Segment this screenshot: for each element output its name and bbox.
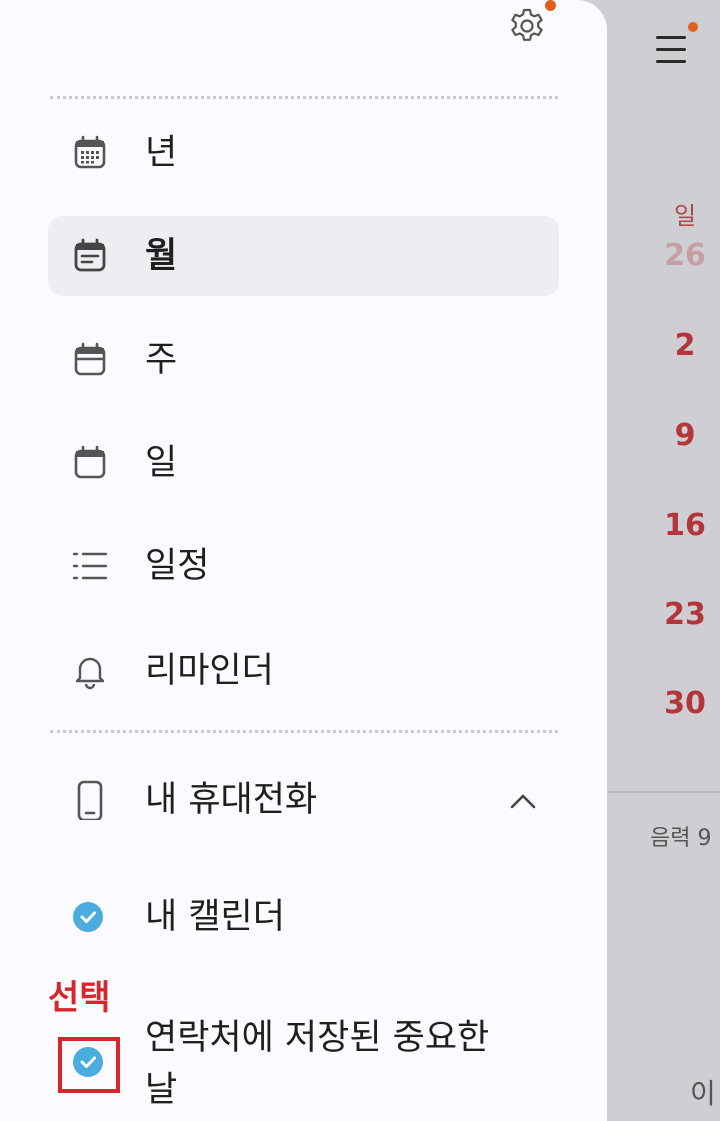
chevron-up-icon[interactable] [505, 784, 541, 820]
nav-item-day[interactable]: 일 [48, 423, 559, 503]
nav-label: 월 [145, 236, 178, 276]
nav-label: 년 [145, 133, 178, 173]
list-icon [72, 552, 108, 580]
date-cell[interactable]: 30 [650, 686, 720, 721]
month-calendar-icon [74, 238, 106, 272]
date-cell[interactable]: 26 [650, 238, 720, 273]
event-text: 이 [690, 1077, 716, 1110]
calendar-label: 내 캘린더 [145, 897, 285, 937]
nav-item-week[interactable]: 주 [48, 320, 559, 400]
bell-icon [75, 657, 105, 690]
date-cell[interactable]: 2 [650, 328, 720, 363]
nav-item-month[interactable]: 월 [48, 216, 559, 296]
settings-button[interactable] [507, 0, 556, 46]
nav-item-schedule[interactable]: 일정 [48, 526, 559, 606]
gear-icon [511, 8, 543, 41]
date-cell[interactable]: 16 [650, 508, 720, 543]
nav-item-reminder[interactable]: 리마인더 [48, 631, 559, 711]
annotation-highlight-box [58, 1037, 120, 1093]
navigation-drawer: 년 월 주 일 일정 리마인더 내 휴대전화 내 캘린더 연락처에 저장된 중요… [0, 0, 607, 1121]
calendar-label-line2: 날 [145, 1070, 178, 1110]
nav-label: 일 [145, 443, 178, 483]
sunday-header: 일 [673, 202, 697, 230]
nav-label: 리마인더 [145, 651, 274, 691]
notification-dot [545, 0, 556, 11]
date-cell[interactable]: 23 [650, 597, 720, 632]
check-circle-icon[interactable] [73, 902, 103, 932]
divider [50, 96, 558, 99]
date-cell[interactable]: 9 [650, 418, 720, 453]
section-label: 내 휴대전화 [145, 780, 318, 820]
divider [50, 730, 558, 733]
annotation-label: 선택 [48, 978, 111, 1018]
year-calendar-icon [74, 135, 106, 169]
nav-label: 일정 [145, 546, 210, 586]
hamburger-menu-button[interactable] [652, 22, 698, 72]
section-my-phone[interactable]: 내 휴대전화 [48, 760, 559, 840]
notification-dot [688, 22, 698, 32]
lunar-date-text: 음력 9 [650, 826, 712, 851]
nav-label: 주 [145, 340, 178, 380]
divider [608, 791, 720, 793]
phone-icon [77, 780, 103, 820]
calendar-label-line1: 연락처에 저장된 중요한 [145, 1018, 490, 1058]
week-calendar-icon [74, 342, 106, 376]
nav-item-year[interactable]: 년 [48, 113, 559, 193]
day-calendar-icon [74, 445, 106, 479]
